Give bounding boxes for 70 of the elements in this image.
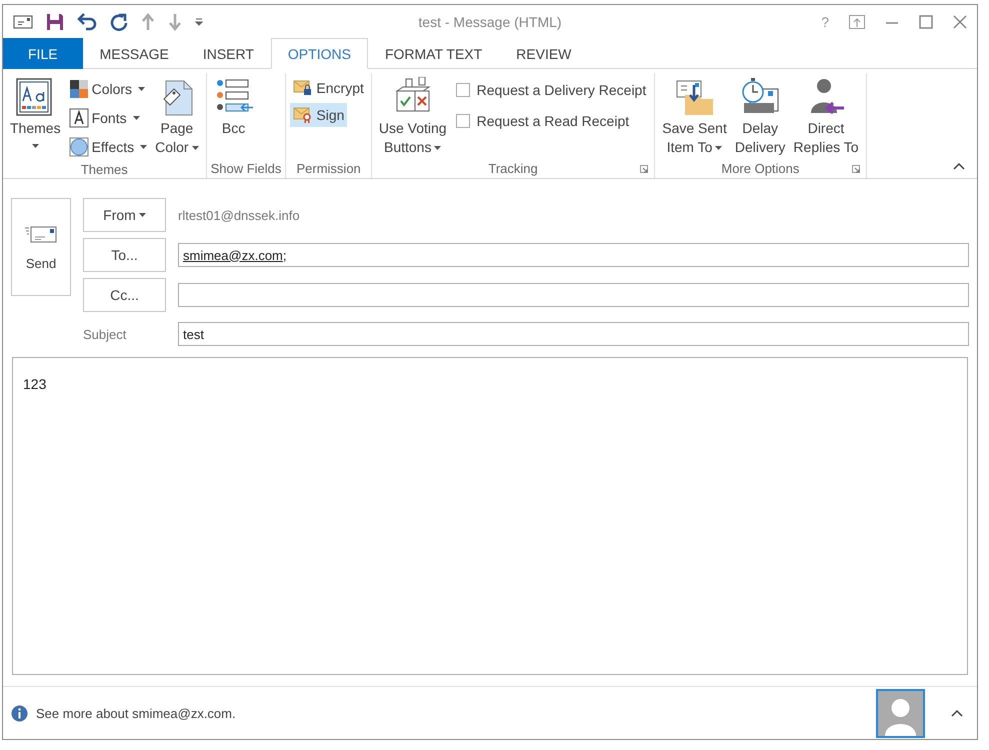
caret-icon [138, 87, 146, 91]
ribbon-tab[interactable]: OPTIONS [270, 38, 368, 69]
caret-icon [32, 144, 39, 148]
ribbon-button[interactable]: Bcc [210, 73, 257, 140]
message-body[interactable]: 123 [12, 357, 968, 675]
group-label: Permission [296, 160, 361, 176]
subject-field[interactable]: test [178, 322, 969, 346]
caret-icon [140, 145, 148, 149]
caret-icon [138, 213, 146, 217]
ribbon-tab[interactable]: INSERT [186, 38, 271, 69]
group-label: Show Fields [210, 160, 282, 176]
window-title: test - Message (HTML) [418, 14, 562, 30]
sender-address: rltest01@dnssek.info [178, 208, 300, 222]
ribbon-button[interactable]: Effects [66, 134, 150, 160]
recipient-field[interactable] [178, 283, 969, 307]
collapse-ribbon-icon[interactable] [953, 162, 965, 170]
ribbon-button[interactable]: Save Sent Item To [659, 73, 730, 159]
save-icon[interactable] [46, 12, 64, 30]
from-button[interactable]: From [83, 198, 166, 232]
checkbox-option[interactable]: Request a Delivery Receipt [452, 76, 650, 104]
caret-icon [132, 116, 140, 120]
ribbon-button[interactable]: Themes [7, 73, 64, 150]
recipient-address[interactable]: smimea@zx.com; [183, 248, 286, 262]
dialog-launcher-icon[interactable] [852, 164, 860, 172]
ribbon-tab[interactable]: REVIEW [499, 38, 588, 69]
envelope-lock-icon [293, 79, 314, 97]
down-arrow-icon[interactable] [168, 12, 182, 30]
up-arrow-icon[interactable] [141, 12, 155, 30]
checkbox-option[interactable]: Request a Read Receipt [452, 107, 634, 135]
ribbon-button[interactable]: Delay Delivery [732, 73, 788, 159]
colors-icon [68, 79, 89, 99]
envelope-icon[interactable] [13, 14, 33, 28]
info-icon [11, 704, 28, 722]
checkbox[interactable] [456, 114, 470, 128]
ribbon-tab[interactable]: FILE [3, 38, 83, 69]
avatar-icon[interactable] [876, 688, 925, 738]
fonts-icon [68, 108, 89, 128]
caret-icon [192, 146, 199, 150]
redo-icon[interactable] [110, 12, 128, 30]
undo-icon[interactable] [77, 12, 97, 30]
ribbon-button[interactable]: Use Voting Buttons [376, 73, 450, 159]
expand-icon[interactable] [951, 709, 963, 717]
dialog-launcher-icon[interactable] [640, 164, 648, 172]
caret-icon [715, 146, 722, 150]
group-label: Themes [80, 162, 128, 176]
effects-icon [68, 137, 89, 157]
subject-label: Subject [83, 326, 128, 342]
ribbon-button[interactable]: Encrypt [290, 76, 367, 100]
ribbon-tab[interactable]: FORMAT TEXT [368, 38, 500, 69]
recipient-field[interactable]: smimea@zx.com; [178, 243, 969, 267]
customize-caret-icon[interactable] [195, 18, 203, 26]
envelope-ribbon-icon [293, 106, 314, 124]
send-button[interactable]: Send [11, 198, 71, 296]
ribbon-button[interactable]: Sign [290, 103, 348, 127]
ribbon-tab[interactable]: MESSAGE [82, 38, 186, 69]
ribbon-button[interactable]: Page Color [152, 73, 202, 159]
close-icon[interactable] [953, 14, 967, 28]
people-pane-text: See more about smimea@zx.com. [36, 706, 236, 720]
group-label: More Options [721, 161, 800, 176]
maximize-icon[interactable] [919, 14, 933, 28]
group-label: Tracking [488, 161, 538, 176]
caret-icon [434, 146, 442, 150]
address-book-button[interactable]: Cc... [83, 278, 166, 312]
ribbon-button[interactable]: Fonts [66, 105, 143, 131]
checkbox[interactable] [456, 83, 470, 97]
ribbon-button[interactable]: Colors [66, 76, 148, 102]
send-icon [25, 224, 57, 244]
address-book-button[interactable]: To... [83, 238, 166, 272]
ribbon-display-icon[interactable] [849, 14, 865, 28]
ribbon-button[interactable]: Direct Replies To [790, 73, 862, 159]
